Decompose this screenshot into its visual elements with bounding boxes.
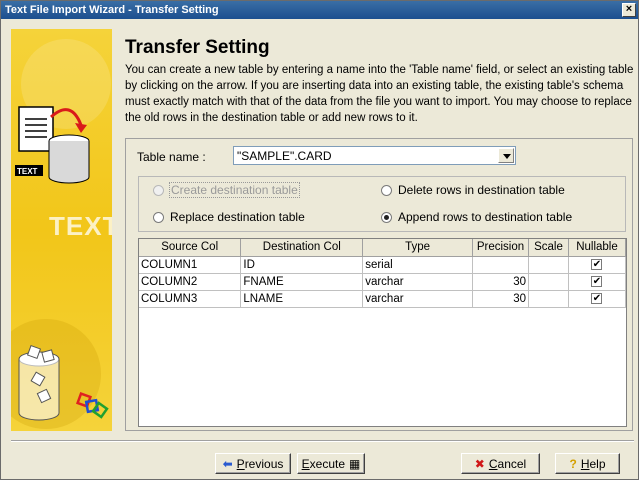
radio-icon xyxy=(381,184,392,196)
append-rows-radio[interactable]: Append rows to destination table xyxy=(381,210,572,224)
cancel-button[interactable]: ✖ Cancel xyxy=(461,453,540,474)
nullable-checkbox[interactable]: ✔ xyxy=(591,275,603,287)
radio-checked-icon xyxy=(381,211,392,223)
cross-icon: ✖ xyxy=(474,456,485,471)
footer-separator xyxy=(11,440,634,442)
precision-cell[interactable] xyxy=(472,256,529,274)
table-name-combo[interactable]: "SAMPLE".CARD xyxy=(233,146,516,165)
doc-label: TEXT xyxy=(17,167,38,176)
dest-cell[interactable]: ID xyxy=(240,256,364,274)
window-title: Text File Import Wizard - Transfer Setti… xyxy=(5,4,219,16)
col-header-source[interactable]: Source Col xyxy=(139,239,242,257)
wizard-side-image: TEXT TEXT xyxy=(11,29,112,431)
page-description: You can create a new table by entering a… xyxy=(125,64,634,124)
nullable-checkbox[interactable]: ✔ xyxy=(591,258,603,270)
previous-button[interactable]: ⬅ Previous xyxy=(215,453,291,474)
source-cell[interactable]: COLUMN3 xyxy=(139,290,242,308)
column-mapping-table[interactable]: Source Col Destination Col Type Precisio… xyxy=(138,238,627,427)
nullable-cell[interactable]: ✔ xyxy=(568,290,627,308)
table-row[interactable]: COLUMN2 FNAME varchar 30 ✔ xyxy=(139,273,627,291)
col-header-precision[interactable]: Precision xyxy=(472,239,529,257)
source-cell[interactable]: COLUMN1 xyxy=(139,256,242,274)
arrow-left-icon: ⬅ xyxy=(222,456,233,471)
table-header-row: Source Col Destination Col Type Precisio… xyxy=(139,239,627,257)
execute-button[interactable]: Execute ▦ xyxy=(297,453,365,474)
col-header-scale[interactable]: Scale xyxy=(528,239,569,257)
table-name-label: Table name : xyxy=(137,150,206,164)
nullable-checkbox[interactable]: ✔ xyxy=(591,292,603,304)
col-header-destination[interactable]: Destination Col xyxy=(240,239,364,257)
table-row[interactable]: COLUMN1 ID serial ✔ xyxy=(139,256,627,274)
wizard-window: Text File Import Wizard - Transfer Setti… xyxy=(0,0,639,480)
scale-cell[interactable] xyxy=(528,256,569,274)
delete-rows-radio[interactable]: Delete rows in destination table xyxy=(381,183,565,197)
radio-icon xyxy=(153,184,164,196)
nullable-cell[interactable]: ✔ xyxy=(568,273,627,291)
scale-cell[interactable] xyxy=(528,273,569,291)
title-bar: Text File Import Wizard - Transfer Setti… xyxy=(1,1,638,19)
create-table-radio[interactable]: Create destination table xyxy=(153,182,300,198)
precision-cell[interactable]: 30 xyxy=(472,290,529,308)
source-cell[interactable]: COLUMN2 xyxy=(139,273,242,291)
col-header-type[interactable]: Type xyxy=(362,239,474,257)
page-title: Transfer Setting xyxy=(125,37,270,58)
chevron-down-icon[interactable] xyxy=(498,148,514,163)
col-header-nullable[interactable]: Nullable xyxy=(568,239,627,257)
table-name-value[interactable]: "SAMPLE".CARD xyxy=(237,149,332,163)
dest-cell[interactable]: LNAME xyxy=(240,290,364,308)
nullable-cell[interactable]: ✔ xyxy=(568,256,627,274)
type-cell[interactable]: serial xyxy=(362,256,474,274)
help-button[interactable]: ? Help xyxy=(555,453,620,474)
table-row[interactable]: COLUMN3 LNAME varchar 30 ✔ xyxy=(139,290,627,308)
type-cell[interactable]: varchar xyxy=(362,273,474,291)
dest-cell[interactable]: FNAME xyxy=(240,273,364,291)
scale-cell[interactable] xyxy=(528,290,569,308)
sidebar-caption: TEXT xyxy=(49,211,112,241)
table-icon: ▦ xyxy=(349,456,361,471)
precision-cell[interactable]: 30 xyxy=(472,273,529,291)
radio-icon xyxy=(153,211,164,223)
type-cell[interactable]: varchar xyxy=(362,290,474,308)
replace-table-radio[interactable]: Replace destination table xyxy=(153,210,305,224)
question-icon: ? xyxy=(569,456,577,471)
close-icon[interactable]: × xyxy=(622,3,636,17)
